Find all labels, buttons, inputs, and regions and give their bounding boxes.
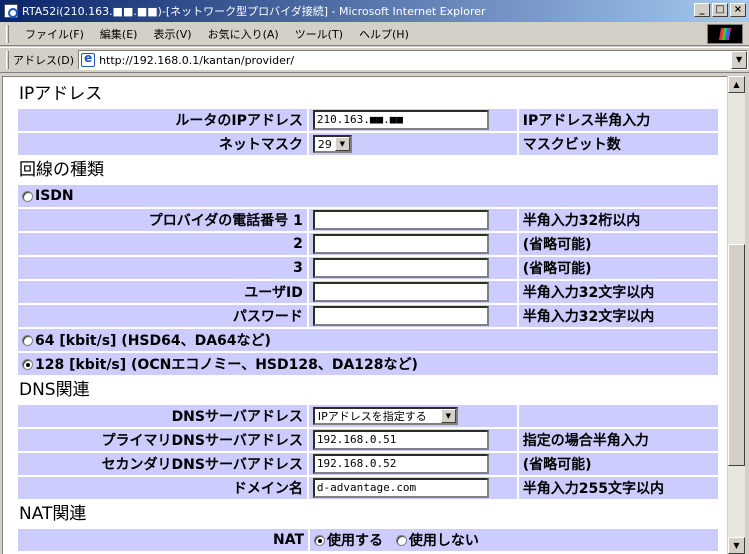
primary-dns-row: プライマリDNSサーバアドレス 192.168.0.51 指定の場合半角入力 <box>18 429 718 451</box>
user-note: 半角入力32文字以内 <box>518 281 718 303</box>
line-section-heading: 回線の種類 <box>19 160 104 180</box>
domain-input[interactable]: d-advantage.com <box>312 478 489 498</box>
isdn-row: ISDN <box>18 185 718 207</box>
dns-table: DNSサーバアドレス IPアドレスを指定する ▼ プライマリDNSサーバアドレス … <box>16 403 720 501</box>
phone1-note: 半角入力32桁以内 <box>518 209 718 231</box>
password-note: 半角入力32文字以内 <box>518 305 718 327</box>
password-row: パスワード 半角入力32文字以内 <box>18 305 718 327</box>
address-input[interactable]: http://192.168.0.1/kantan/provider/ ▼ <box>78 50 749 70</box>
phone3-input[interactable] <box>312 258 489 278</box>
secondary-dns-input[interactable]: 192.168.0.52 <box>312 454 489 474</box>
isdn-radio[interactable] <box>22 190 33 202</box>
ie-app-icon[interactable] <box>4 4 18 18</box>
nat-use-label: 使用する <box>327 533 383 549</box>
address-dropdown-button[interactable]: ▼ <box>731 51 748 69</box>
phone2-row: 2 (省略可能) <box>18 233 718 255</box>
opt64-label: 64 [kbit/s] (HSD64、DA64など) <box>35 333 271 349</box>
menu-bar: ファイル(F) 編集(E) 表示(V) お気に入り(A) ツール(T) ヘルプ(… <box>0 22 749 46</box>
nat-table: NAT 使用する 使用しない <box>16 527 720 553</box>
primary-dns-label: プライマリDNSサーバアドレス <box>18 429 307 451</box>
address-bar: アドレス(D) http://192.168.0.1/kantan/provid… <box>0 47 749 73</box>
nat-section-heading: NAT関連 <box>19 504 87 524</box>
user-row: ユーザID 半角入力32文字以内 <box>18 281 718 303</box>
menu-file[interactable]: ファイル(F) <box>17 26 92 42</box>
scroll-thumb[interactable] <box>728 244 745 466</box>
phone1-input[interactable] <box>312 210 489 230</box>
close-button[interactable]: × <box>730 3 746 17</box>
address-url[interactable]: http://192.168.0.1/kantan/provider/ <box>99 54 294 67</box>
line-table: ISDN プロバイダの電話番号 1 半角入力32桁以内 2 (省略可能) 3 (… <box>16 183 720 377</box>
chevron-down-icon[interactable]: ▼ <box>334 137 350 151</box>
page-content: IPアドレス ルータのIPアドレス 210.163.■■.■■ IPアドレス半角… <box>2 76 727 554</box>
scroll-down-button[interactable]: ▼ <box>728 537 745 554</box>
menu-view[interactable]: 表示(V) <box>145 26 199 42</box>
nat-nouse-label: 使用しない <box>408 533 479 549</box>
phone1-row: プロバイダの電話番号 1 半角入力32桁以内 <box>18 209 718 231</box>
user-label: ユーザID <box>18 281 307 303</box>
phone3-row: 3 (省略可能) <box>18 257 718 279</box>
opt128-row: 128 [kbit/s] (OCNエコノミー、HSD128、DA128など) <box>18 353 718 375</box>
phone2-note: (省略可能) <box>518 233 718 255</box>
toolbar-grip[interactable] <box>6 24 9 43</box>
opt128-label: 128 [kbit/s] (OCNエコノミー、HSD128、DA128など) <box>35 357 418 373</box>
primary-dns-note: 指定の場合半角入力 <box>518 429 718 451</box>
toolbar-grip[interactable] <box>6 51 9 69</box>
menu-help[interactable]: ヘルプ(H) <box>351 26 417 42</box>
maximize-button[interactable]: □ <box>712 3 728 17</box>
router-ip-input[interactable]: 210.163.■■.■■ <box>312 110 489 130</box>
menu-tools[interactable]: ツール(T) <box>287 26 351 42</box>
user-input[interactable] <box>312 282 489 302</box>
title-bar: RTA52i(210.163.■■.■■)-[ネットワーク型プロバイダ接続] -… <box>0 0 749 22</box>
menu-favorites[interactable]: お気に入り(A) <box>200 26 287 42</box>
nat-label: NAT <box>18 529 308 551</box>
netmask-label: ネットマスク <box>18 133 307 155</box>
menu-edit[interactable]: 編集(E) <box>92 26 146 42</box>
nat-row: NAT 使用する 使用しない <box>18 529 718 551</box>
dns-server-label: DNSサーバアドレス <box>18 405 307 427</box>
ip-section-heading: IPアドレス <box>19 84 103 104</box>
phone2-label: 2 <box>18 233 307 255</box>
minimize-button[interactable]: _ <box>694 3 710 17</box>
dns-section-heading: DNS関連 <box>19 380 90 400</box>
phone1-label: プロバイダの電話番号 1 <box>18 209 307 231</box>
netmask-row: ネットマスク 29 ▼ マスクビット数 <box>18 133 718 155</box>
netmask-value: 29 <box>317 137 332 151</box>
windows-logo-icon <box>707 24 743 44</box>
router-ip-note: IPアドレス半角入力 <box>518 109 718 131</box>
secondary-dns-row: セカンダリDNSサーバアドレス 192.168.0.52 (省略可能) <box>18 453 718 475</box>
router-ip-row: ルータのIPアドレス 210.163.■■.■■ IPアドレス半角入力 <box>18 109 718 131</box>
page-icon <box>81 51 96 67</box>
domain-row: ドメイン名 d-advantage.com 半角入力255文字以内 <box>18 477 718 499</box>
nat-nouse-radio[interactable] <box>395 534 407 546</box>
opt64-radio[interactable] <box>22 334 33 346</box>
phone3-note: (省略可能) <box>518 257 718 279</box>
netmask-select[interactable]: 29 ▼ <box>312 135 352 153</box>
secondary-dns-note: (省略可能) <box>518 453 718 475</box>
opt128-radio[interactable] <box>22 358 33 370</box>
password-label: パスワード <box>18 305 307 327</box>
isdn-label: ISDN <box>35 188 74 204</box>
scroll-up-button[interactable]: ▲ <box>728 76 745 93</box>
dns-server-value: IPアドレスを指定する <box>317 410 427 423</box>
window-title: RTA52i(210.163.■■.■■)-[ネットワーク型プロバイダ接続] -… <box>22 5 486 18</box>
dns-server-row: DNSサーバアドレス IPアドレスを指定する ▼ <box>18 405 718 427</box>
phone2-input[interactable] <box>312 234 489 254</box>
domain-label: ドメイン名 <box>18 477 307 499</box>
chevron-down-icon[interactable]: ▼ <box>440 409 456 423</box>
dns-server-select[interactable]: IPアドレスを指定する ▼ <box>312 407 458 425</box>
netmask-note: マスクビット数 <box>518 133 718 155</box>
ip-table: ルータのIPアドレス 210.163.■■.■■ IPアドレス半角入力 ネットマ… <box>16 107 720 157</box>
primary-dns-input[interactable]: 192.168.0.51 <box>312 430 489 450</box>
domain-note: 半角入力255文字以内 <box>518 477 718 499</box>
dns-server-note <box>518 405 718 427</box>
address-label[interactable]: アドレス(D) <box>13 52 74 68</box>
window-buttons: _ □ × <box>692 3 746 17</box>
password-input[interactable] <box>312 306 489 326</box>
router-ip-label: ルータのIPアドレス <box>18 109 307 131</box>
phone3-label: 3 <box>18 257 307 279</box>
vertical-scrollbar[interactable]: ▲ ▼ <box>728 76 745 554</box>
secondary-dns-label: セカンダリDNSサーバアドレス <box>18 453 307 475</box>
nat-use-radio[interactable] <box>314 534 325 546</box>
opt64-row: 64 [kbit/s] (HSD64、DA64など) <box>18 329 718 351</box>
